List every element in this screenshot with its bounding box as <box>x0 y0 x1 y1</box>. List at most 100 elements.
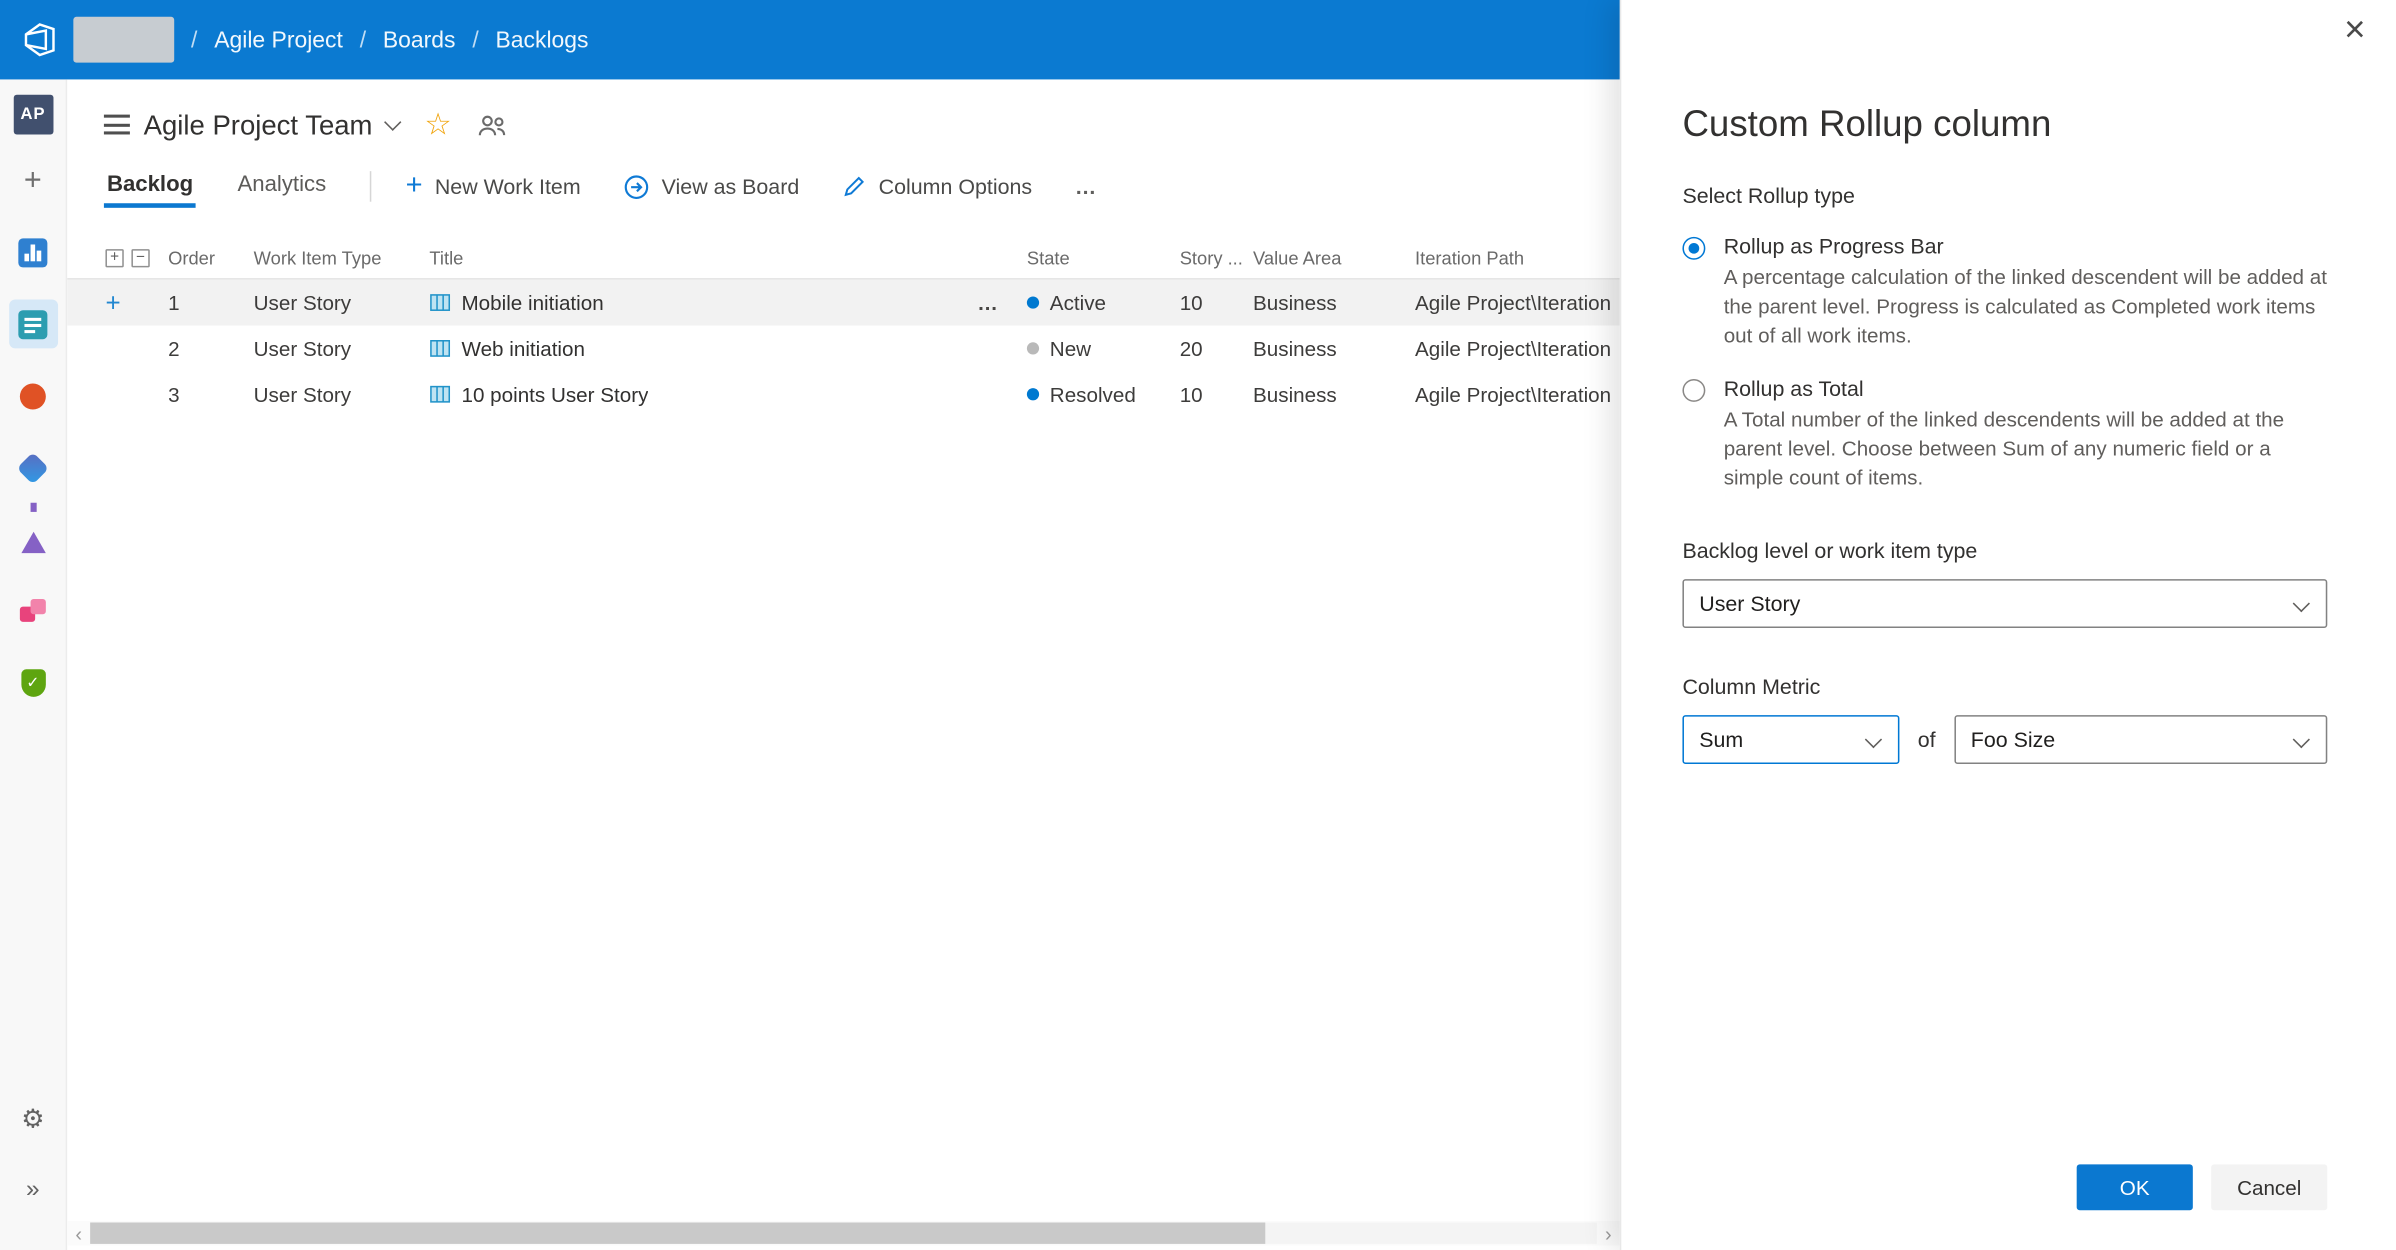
cell-work-item-type: User Story <box>253 382 352 406</box>
breadcrumb-boards[interactable]: Boards <box>383 27 456 53</box>
panel-title: Custom Rollup column <box>1682 103 2052 146</box>
tab-analytics[interactable]: Analytics <box>234 157 329 217</box>
new-work-item-button[interactable]: + New Work Item <box>406 170 581 199</box>
field-value: Foo Size <box>1970 727 2056 752</box>
rail-item-pipelines[interactable] <box>8 443 57 492</box>
new-work-item-label: New Work Item <box>434 174 581 199</box>
favorite-star-icon[interactable]: ☆ <box>424 110 451 141</box>
azure-devops-logo[interactable] <box>21 21 58 58</box>
azure-devops-logo-glyph <box>24 23 55 57</box>
cell-order: 2 <box>168 336 180 360</box>
rail-item-boards[interactable] <box>8 299 58 349</box>
plus-icon: + <box>23 163 42 198</box>
user-story-icon <box>430 385 451 403</box>
work-item-title-link[interactable]: Web initiation <box>461 337 584 360</box>
scroll-right-icon[interactable]: › <box>1597 1222 1620 1245</box>
team-icon <box>103 114 130 137</box>
team-members-icon[interactable] <box>475 112 509 138</box>
column-header-order[interactable]: Order <box>159 248 245 269</box>
add-child-button[interactable]: + <box>105 290 120 316</box>
test-plans-icon <box>20 502 46 554</box>
table-row[interactable]: 3 User Story 10 points User Story Resolv… <box>67 371 1620 417</box>
cancel-button[interactable]: Cancel <box>2211 1164 2328 1211</box>
rail-item-repos[interactable] <box>8 371 57 420</box>
radio-icon[interactable] <box>1682 236 1706 260</box>
user-story-icon <box>430 340 451 357</box>
column-header-story-points[interactable]: Story ... <box>1171 248 1244 269</box>
table-row[interactable]: + 1 User Story Mobile initiation … Activ… <box>67 279 1620 326</box>
rollup-total-label[interactable]: Rollup as Total <box>1724 376 2328 400</box>
cell-iteration-path: Agile Project\Iteration <box>1415 336 1612 360</box>
metric-value: Sum <box>1699 727 1744 752</box>
scrollbar-thumb[interactable] <box>90 1222 1266 1244</box>
toolbar-divider <box>370 171 373 202</box>
column-header-value-area[interactable]: Value Area <box>1244 248 1406 269</box>
column-header-state[interactable]: State <box>1018 248 1171 269</box>
rollup-total-description: A Total number of the linked descendents… <box>1723 408 2285 489</box>
rail-item-dashboards[interactable] <box>8 228 57 277</box>
cell-state: Resolved <box>1049 382 1136 406</box>
rail-item-test-plans[interactable] <box>8 502 57 564</box>
state-dot <box>1026 342 1040 355</box>
custom-rollup-panel: × Custom Rollup column Select Rollup typ… <box>1619 0 2396 1250</box>
cell-state: Active <box>1049 291 1106 315</box>
cell-value-area: Business <box>1253 291 1337 315</box>
backlog-level-select[interactable]: User Story <box>1682 579 2328 629</box>
collapse-all-icon[interactable]: − <box>131 249 150 268</box>
team-title[interactable]: Agile Project Team <box>144 109 373 141</box>
state-dot <box>1026 388 1040 401</box>
tab-analytics-label: Analytics <box>237 171 327 197</box>
chevron-down-icon[interactable] <box>383 112 401 131</box>
dashboards-icon <box>18 237 48 267</box>
rail-bottom: ⚙ » <box>8 1094 57 1250</box>
expand-rail-button[interactable]: » <box>8 1166 57 1215</box>
cell-value-area: Business <box>1253 336 1337 360</box>
breadcrumb-backlogs[interactable]: Backlogs <box>496 27 589 53</box>
view-as-board-icon <box>624 174 649 199</box>
view-as-board-label: View as Board <box>661 174 800 199</box>
breadcrumb-project[interactable]: Agile Project <box>214 27 343 53</box>
scroll-left-icon[interactable]: ‹ <box>67 1222 90 1245</box>
settings-button[interactable]: ⚙ <box>8 1094 57 1143</box>
rollup-type-label: Select Rollup type <box>1682 183 1855 208</box>
rollup-progress-bar-description: A percentage calculation of the linked d… <box>1723 265 2327 347</box>
org-name-redacted[interactable] <box>73 16 175 63</box>
view-as-board-button[interactable]: View as Board <box>623 173 799 199</box>
column-options-button[interactable]: Column Options <box>842 174 1033 199</box>
rollup-total-option[interactable]: Rollup as Total A Total number of the li… <box>1682 376 2327 492</box>
toolbar-more-button[interactable]: … <box>1075 174 1098 198</box>
rail-item-compliance[interactable]: ✓ <box>8 659 57 708</box>
scrollbar-track[interactable] <box>90 1222 1597 1244</box>
cell-value-area: Business <box>1253 382 1337 406</box>
horizontal-scrollbar[interactable]: ‹ › <box>67 1220 1620 1246</box>
ok-button[interactable]: OK <box>2076 1164 2193 1211</box>
column-header-title[interactable]: Title <box>420 248 1017 269</box>
work-item-title-link[interactable]: Mobile initiation <box>461 291 603 314</box>
gear-icon: ⚙ <box>21 1104 45 1134</box>
rail-add-button[interactable]: + <box>8 156 57 205</box>
rollup-progress-bar-option[interactable]: Rollup as Progress Bar A percentage calc… <box>1682 234 2327 350</box>
cell-iteration-path: Agile Project\Iteration <box>1415 291 1612 315</box>
work-item-title-link[interactable]: 10 points User Story <box>461 383 648 406</box>
boards-icon <box>18 309 48 339</box>
rollup-progress-bar-label[interactable]: Rollup as Progress Bar <box>1724 234 2328 258</box>
avatar[interactable]: AP <box>12 94 53 135</box>
more-icon: … <box>1074 174 1098 199</box>
field-select[interactable]: Foo Size <box>1953 715 2328 765</box>
breadcrumb-separator: / <box>191 26 198 53</box>
expand-all-icon[interactable]: + <box>105 249 124 268</box>
radio-icon[interactable] <box>1682 378 1706 402</box>
tab-backlog[interactable]: Backlog <box>103 157 197 217</box>
metric-select[interactable]: Sum <box>1682 715 1900 765</box>
close-icon[interactable]: × <box>2344 11 2365 49</box>
rail-item-artifacts[interactable] <box>8 587 57 636</box>
column-header-iteration-path[interactable]: Iteration Path <box>1406 248 1620 269</box>
tab-backlog-label: Backlog <box>106 171 194 197</box>
cell-order: 1 <box>168 291 180 315</box>
column-options-label: Column Options <box>878 174 1033 199</box>
table-header-row: + − Order Work Item Type Title State Sto… <box>67 238 1620 280</box>
column-metric-row: Sum of Foo Size <box>1682 715 2328 765</box>
row-more-button[interactable]: … <box>977 291 999 314</box>
column-header-work-item-type[interactable]: Work Item Type <box>244 248 420 269</box>
table-row[interactable]: 2 User Story Web initiation New 20 Busin… <box>67 325 1620 371</box>
